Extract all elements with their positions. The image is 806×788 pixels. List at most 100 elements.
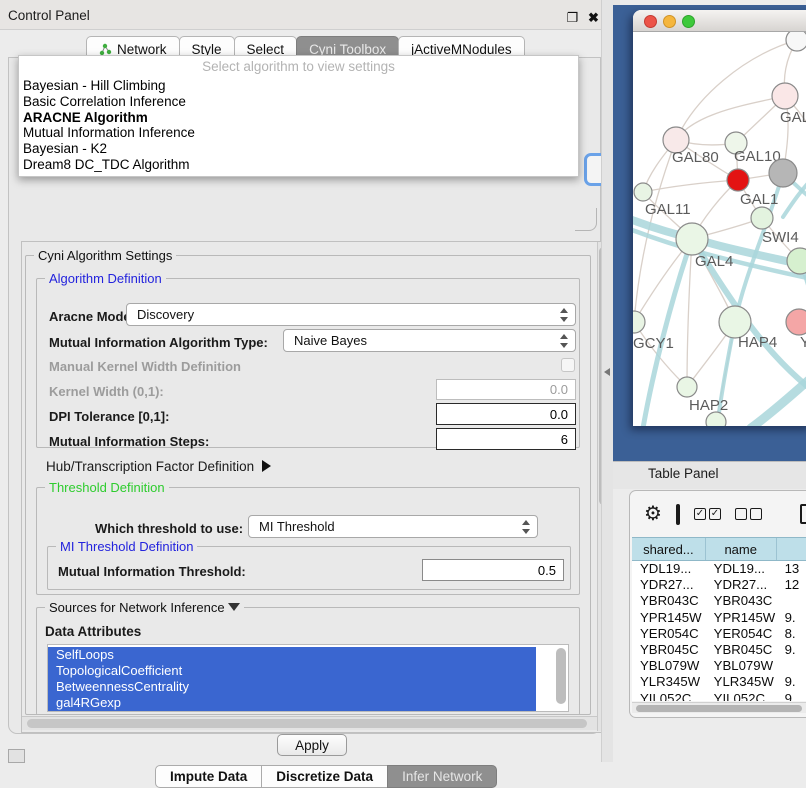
network-node[interactable] [727, 169, 749, 191]
network-node[interactable] [769, 159, 797, 187]
network-node-swi4[interactable] [787, 248, 806, 274]
network-node-gal4[interactable] [676, 223, 708, 255]
minimize-traffic-light-icon[interactable] [663, 15, 676, 28]
splitter-collapse-handle[interactable] [604, 368, 610, 376]
bottom-tab-discretize-data[interactable]: Discretize Data [261, 765, 388, 788]
network-node[interactable] [706, 412, 726, 426]
stepper-arrows-icon [522, 520, 531, 534]
table-cell: 12 [777, 577, 806, 593]
dropdown-item[interactable]: Mutual Information Inference [19, 125, 578, 141]
table-cell: 13 [777, 561, 806, 577]
table-row[interactable]: YBR045CYBR045C9. [632, 642, 806, 658]
panel-splitter[interactable] [601, 0, 613, 762]
node-label: Y [800, 334, 806, 351]
mi-threshold-field[interactable]: 0.5 [422, 559, 564, 581]
network-graph-canvas[interactable]: GALGAL80GAL10GAL11GAL1SWI4GAL4GCY1HAP4YH… [633, 32, 806, 426]
table-cell: 9. [777, 610, 806, 626]
dropdown-item[interactable]: Bayesian - K2 [19, 141, 578, 157]
table-row[interactable]: YER054CYER054C8. [632, 626, 806, 642]
network-node[interactable] [786, 32, 806, 51]
network-view-window[interactable]: GALGAL80GAL10GAL11GAL1SWI4GAL4GCY1HAP4YH… [633, 10, 806, 426]
which-threshold-select[interactable]: MI Threshold [248, 515, 538, 538]
float-window-icon[interactable]: ❐ [566, 11, 579, 24]
data-attributes-list[interactable]: SelfLoopsTopologicalCoefficientBetweenne… [47, 644, 569, 712]
bottom-tab-impute-data[interactable]: Impute Data [155, 765, 262, 788]
table-cell: YDR27... [706, 577, 777, 593]
table-hscrollbar-track[interactable] [632, 702, 806, 713]
table-cell [777, 593, 806, 609]
dropdown-item[interactable]: Bayesian - Hill Climbing [19, 78, 578, 94]
network-edge[interactable] [687, 239, 692, 387]
table-cell: YBR043C [632, 593, 706, 609]
attribute-item[interactable]: gal4RGexp [48, 695, 536, 711]
hub-definition-label: Hub/Transcription Factor Definition [46, 459, 254, 474]
stepper-arrows-icon [560, 308, 569, 322]
attribute-item[interactable]: SelfLoops [48, 647, 536, 663]
hub-definition-toggle[interactable]: Hub/Transcription Factor Definition [46, 459, 271, 474]
table-cell: YLR345W [632, 674, 706, 690]
horizontal-scrollbar-thumb[interactable] [27, 719, 587, 728]
network-node-gal11[interactable] [634, 183, 652, 201]
split-columns-icon[interactable] [676, 504, 680, 525]
cyni-settings-group-title: Cyni Algorithm Settings [34, 248, 176, 263]
column-header-shared...[interactable]: shared... [632, 538, 706, 560]
network-node-gcy1[interactable] [633, 311, 645, 333]
manual-kernel-checkbox[interactable] [561, 358, 575, 372]
collapsed-arrow-icon[interactable] [262, 460, 271, 472]
table-cell: YPR145W [706, 610, 777, 626]
minimized-panel-icon[interactable] [8, 749, 25, 763]
document-icon[interactable] [800, 504, 806, 524]
node-label: SWI4 [762, 229, 799, 246]
bottom-tab-infer-network[interactable]: Infer Network [387, 765, 497, 788]
table-row[interactable]: YLR345WYLR345W9. [632, 674, 806, 690]
aracne-mode-select[interactable]: Discovery [126, 303, 576, 326]
table-row[interactable]: YBL079WYBL079W [632, 658, 806, 674]
network-node-gal1[interactable] [751, 207, 773, 229]
dropdown-item[interactable]: ARACNE Algorithm [19, 110, 578, 126]
sources-group-title[interactable]: Sources for Network Inference [45, 600, 244, 615]
network-window-titlebar[interactable] [633, 10, 806, 32]
network-node-y[interactable] [786, 309, 806, 335]
node-table: shared...name YDL19...YDL19...13YDR27...… [632, 537, 806, 701]
table-toolbar: ⚙ ✓✓ [630, 491, 806, 537]
column-header-name[interactable]: name [706, 538, 777, 560]
network-edge[interactable] [643, 180, 738, 192]
table-hscrollbar-thumb[interactable] [636, 705, 802, 712]
kernel-width-field[interactable]: 0.0 [436, 379, 576, 400]
zoom-traffic-light-icon[interactable] [682, 15, 695, 28]
table-row[interactable]: YBR043CYBR043C [632, 593, 806, 609]
expanded-arrow-icon[interactable] [228, 603, 240, 611]
network-node-hap2[interactable] [677, 377, 697, 397]
table-row[interactable]: YIL052CYIL052C9. [632, 691, 806, 702]
control-panel-titlebar: Control Panel ❐ ✖ [0, 0, 620, 30]
close-icon[interactable]: ✖ [587, 11, 600, 24]
threshold-definition-group: Threshold Definition Which threshold to … [36, 487, 580, 595]
table-row[interactable]: YPR145WYPR145W9. [632, 610, 806, 626]
table-cell: 9. [777, 691, 806, 702]
close-traffic-light-icon[interactable] [644, 15, 657, 28]
list-scrollbar[interactable] [556, 648, 566, 704]
mi-steps-field[interactable]: 6 [436, 428, 576, 450]
dropdown-item[interactable]: Basic Correlation Inference [19, 94, 578, 110]
sources-group: Sources for Network Inference Data Attri… [36, 607, 580, 715]
table-row[interactable]: YDL19...YDL19...13 [632, 561, 806, 577]
network-edge-thick[interactable] [717, 173, 783, 426]
apply-button[interactable]: Apply [277, 734, 347, 756]
mi-type-select[interactable]: Naive Bayes [283, 329, 576, 352]
column-header-cut[interactable] [777, 538, 806, 560]
dpi-tolerance-field[interactable]: 0.0 [436, 403, 576, 425]
attribute-item[interactable]: TopologicalCoefficient [48, 663, 536, 679]
network-edge-thick[interactable] [643, 239, 692, 426]
attribute-item[interactable]: BetweennessCentrality [48, 679, 536, 695]
network-node-gal[interactable] [772, 83, 798, 109]
gear-icon[interactable]: ⚙ [644, 504, 662, 524]
bottom-tabs: Impute DataDiscretize DataInfer Network [155, 765, 496, 788]
table-cell: 9. [777, 674, 806, 690]
deselect-all-checkboxes-icon[interactable] [735, 508, 762, 520]
sources-title-label: Sources for Network Inference [49, 600, 225, 615]
select-all-checkboxes-icon[interactable]: ✓✓ [694, 508, 721, 520]
dropdown-items: Bayesian - Hill ClimbingBasic Correlatio… [19, 78, 578, 173]
table-row[interactable]: YDR27...YDR27...12 [632, 577, 806, 593]
table-cell: YLR345W [706, 674, 777, 690]
dropdown-item[interactable]: Dream8 DC_TDC Algorithm [19, 157, 578, 173]
